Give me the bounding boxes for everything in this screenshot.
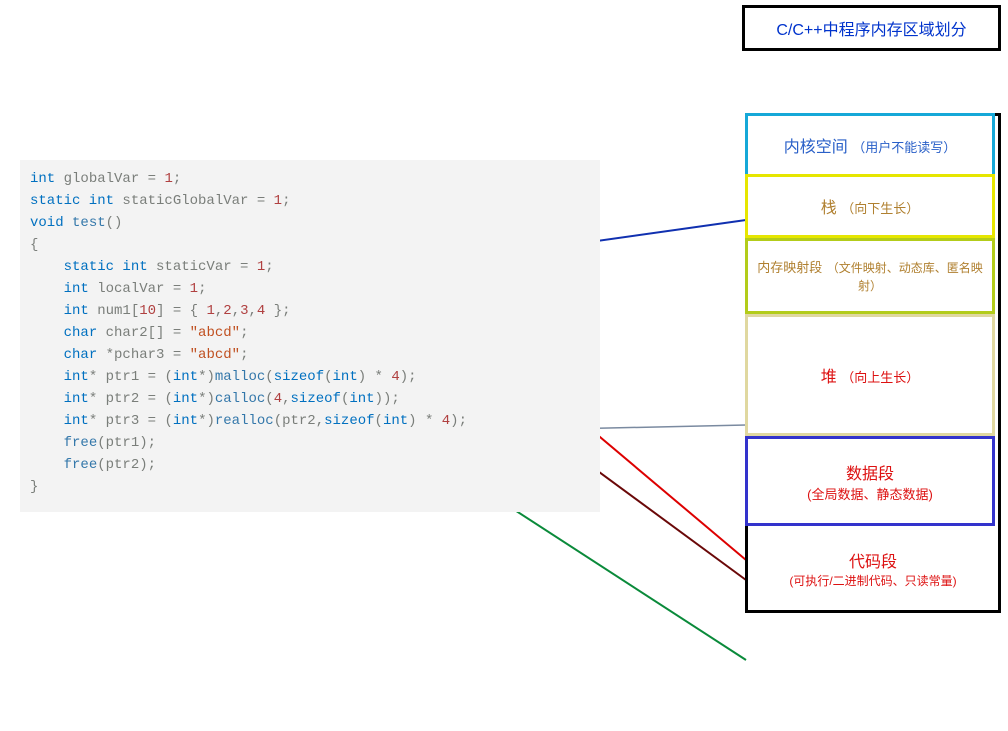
region-code-main: 代码段	[849, 548, 897, 572]
region-stack: 栈 （向下生长）	[745, 174, 995, 238]
code-block: int globalVar = 1; static int staticGlob…	[20, 160, 600, 512]
code-line-6: int localVar = 1;	[20, 278, 600, 300]
code-line-5: static int staticVar = 1;	[20, 256, 600, 278]
code-line-3: void test()	[20, 212, 600, 234]
region-mmap: 内存映射段 （文件映射、动态库、匿名映射）	[745, 238, 995, 314]
region-heap-note: （向上生长）	[841, 370, 919, 385]
title-text: C/C++中程序内存区域划分	[776, 16, 966, 40]
code-line-15: free(ptr2);	[20, 454, 600, 476]
region-data: 数据段 (全局数据、静态数据)	[745, 436, 995, 526]
code-line-9: char char2[] = "abcd";	[20, 322, 600, 344]
region-code: 代码段 (可执行/二进制代码、只读常量)	[748, 526, 998, 610]
region-mmap-main: 内存映射段	[757, 260, 822, 275]
code-line-16: }	[20, 476, 600, 498]
region-stack-note: （向下生长）	[841, 201, 919, 216]
code-line-12: int* ptr2 = (int*)calloc(4,sizeof(int));	[20, 388, 600, 410]
region-heap: 堆 （向上生长）	[745, 314, 995, 436]
title-box: C/C++中程序内存区域划分	[742, 5, 1001, 51]
code-line-11: int* ptr1 = (int*)malloc(sizeof(int) * 4…	[20, 366, 600, 388]
code-line-10: char *pchar3 = "abcd";	[20, 344, 600, 366]
region-stack-main: 栈	[821, 200, 837, 217]
region-data-note: (全局数据、静态数据)	[807, 484, 933, 503]
code-line-1: int globalVar = 1;	[20, 168, 600, 190]
region-kernel-main: 内核空间	[784, 139, 848, 156]
region-heap-main: 堆	[821, 369, 837, 386]
code-line-4: {	[20, 234, 600, 256]
region-kernel-note: （用户不能读写）	[852, 140, 956, 155]
code-line-2: static int staticGlobalVar = 1;	[20, 190, 600, 212]
code-line-14: free(ptr1);	[20, 432, 600, 454]
memory-regions: 内核空间 （用户不能读写） 栈 （向下生长） 内存映射段 （文件映射、动态库、匿…	[745, 113, 1001, 613]
region-kernel: 内核空间 （用户不能读写）	[745, 113, 995, 177]
region-code-note: (可执行/二进制代码、只读常量)	[789, 572, 956, 589]
code-line-8: int num1[10] = { 1,2,3,4 };	[20, 300, 600, 322]
region-mmap-note: （文件映射、动态库、匿名映射）	[827, 261, 983, 293]
code-line-13: int* ptr3 = (int*)realloc(ptr2,sizeof(in…	[20, 410, 600, 432]
region-data-main: 数据段	[846, 460, 894, 484]
